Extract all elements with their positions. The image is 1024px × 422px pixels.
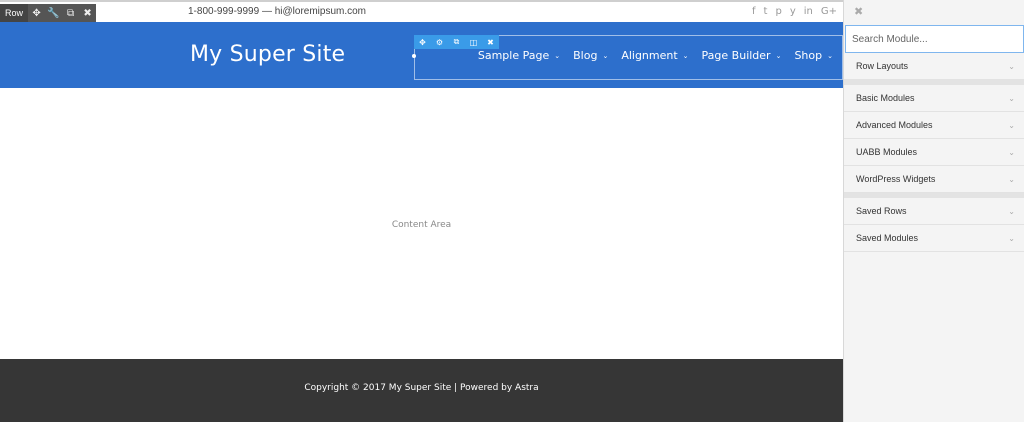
main-nav: Sample Page ⌄ Blog ⌄ Alignment ⌄ Page Bu… — [478, 49, 833, 62]
section-label: Advanced Modules — [856, 120, 933, 130]
section-advanced-modules[interactable]: Advanced Modules ⌄ — [844, 112, 1024, 139]
site-header: My Super Site ✥ ⚙ ⧉ ◫ ✖ Sample Page ⌄ Bl… — [0, 22, 843, 88]
facebook-icon[interactable]: f — [752, 4, 756, 20]
nav-item-alignment[interactable]: Alignment ⌄ — [621, 49, 688, 62]
chevron-down-icon: ⌄ — [775, 51, 782, 60]
app-window: Row ✥ 🔧 ⧉ ✖ 1-800-999-9999 — hi@loremips… — [0, 0, 1024, 422]
section-saved-modules[interactable]: Saved Modules ⌄ — [844, 225, 1024, 252]
module-move-icon[interactable]: ✥ — [414, 38, 431, 47]
nav-label: Page Builder — [701, 49, 771, 62]
section-uabb-modules[interactable]: UABB Modules ⌄ — [844, 139, 1024, 166]
row-toolbar: Row ✥ 🔧 ⧉ ✖ — [0, 4, 97, 23]
site-title[interactable]: My Super Site — [190, 42, 345, 67]
section-wordpress-widgets[interactable]: WordPress Widgets ⌄ — [844, 166, 1024, 193]
chevron-down-icon: ⌄ — [1008, 147, 1015, 157]
nav-item-sample-page[interactable]: Sample Page ⌄ — [478, 49, 560, 62]
module-toolbar: ✥ ⚙ ⧉ ◫ ✖ — [414, 35, 499, 49]
contact-info: 1-800-999-9999 — hi@loremipsum.com — [188, 6, 367, 17]
chevron-down-icon: ⌄ — [682, 51, 689, 60]
nav-item-blog[interactable]: Blog ⌄ — [573, 49, 608, 62]
google-plus-icon[interactable]: G+ — [821, 4, 837, 20]
row-move-icon[interactable]: ✥ — [28, 4, 45, 23]
page-preview: Row ✥ 🔧 ⧉ ✖ 1-800-999-9999 — hi@loremips… — [0, 0, 843, 422]
footer-copyright: Copyright © 2017 My Super Site | Powered… — [304, 383, 539, 393]
section-label: Row Layouts — [856, 61, 909, 71]
chevron-down-icon: ⌄ — [1008, 120, 1015, 130]
nav-label: Shop — [794, 49, 823, 62]
resize-handle[interactable] — [412, 54, 416, 58]
section-row-layouts[interactable]: Row Layouts ⌄ — [844, 53, 1024, 80]
section-label: WordPress Widgets — [856, 174, 936, 184]
section-label: UABB Modules — [856, 147, 918, 157]
content-area[interactable]: Content Area — [0, 88, 843, 359]
module-wrench-icon[interactable]: ⚙ — [431, 38, 448, 47]
chevron-down-icon: ⌄ — [827, 51, 833, 60]
row-close-icon[interactable]: ✖ — [79, 4, 96, 23]
section-label: Saved Rows — [856, 206, 907, 216]
nav-label: Blog — [573, 49, 598, 62]
section-label: Saved Modules — [856, 233, 919, 243]
row-duplicate-icon[interactable]: ⧉ — [62, 4, 79, 23]
row-wrench-icon[interactable]: 🔧 — [45, 4, 62, 23]
row-label[interactable]: Row — [0, 4, 29, 23]
chevron-down-icon: ⌄ — [1008, 206, 1015, 216]
section-basic-modules[interactable]: Basic Modules ⌄ — [844, 85, 1024, 112]
nav-label: Alignment — [621, 49, 678, 62]
yelp-icon[interactable]: y — [790, 4, 796, 20]
module-close-icon[interactable]: ✖ — [482, 38, 499, 47]
chevron-down-icon: ⌄ — [602, 51, 609, 60]
section-saved-rows[interactable]: Saved Rows ⌄ — [844, 198, 1024, 225]
linkedin-icon[interactable]: in — [804, 4, 813, 20]
chevron-down-icon: ⌄ — [554, 51, 561, 60]
module-panel: ✖ Row Layouts ⌄ Basic Modules ⌄ Advanced… — [843, 0, 1024, 422]
panel-close-icon[interactable]: ✖ — [854, 5, 863, 18]
module-duplicate-icon[interactable]: ⧉ — [448, 37, 465, 47]
top-bar: Row ✥ 🔧 ⧉ ✖ 1-800-999-9999 — hi@loremips… — [0, 0, 843, 23]
site-footer: Copyright © 2017 My Super Site | Powered… — [0, 359, 843, 422]
nav-label: Sample Page — [477, 49, 550, 62]
chevron-down-icon: ⌄ — [1008, 233, 1015, 243]
chevron-down-icon: ⌄ — [1008, 174, 1015, 184]
twitter-icon[interactable]: t — [764, 4, 768, 20]
social-icons: f t p y in G+ — [752, 4, 837, 20]
section-label: Basic Modules — [856, 93, 915, 103]
search-module-input[interactable] — [845, 25, 1024, 53]
content-area-label: Content Area — [391, 220, 452, 230]
nav-item-shop[interactable]: Shop ⌄ — [794, 49, 833, 62]
nav-item-page-builder[interactable]: Page Builder ⌄ — [702, 49, 782, 62]
module-columns-icon[interactable]: ◫ — [465, 38, 482, 47]
chevron-down-icon: ⌄ — [1008, 93, 1015, 103]
pinterest-icon[interactable]: p — [775, 4, 781, 20]
panel-sections: Row Layouts ⌄ Basic Modules ⌄ Advanced M… — [844, 53, 1024, 252]
chevron-down-icon: ⌄ — [1008, 61, 1015, 71]
